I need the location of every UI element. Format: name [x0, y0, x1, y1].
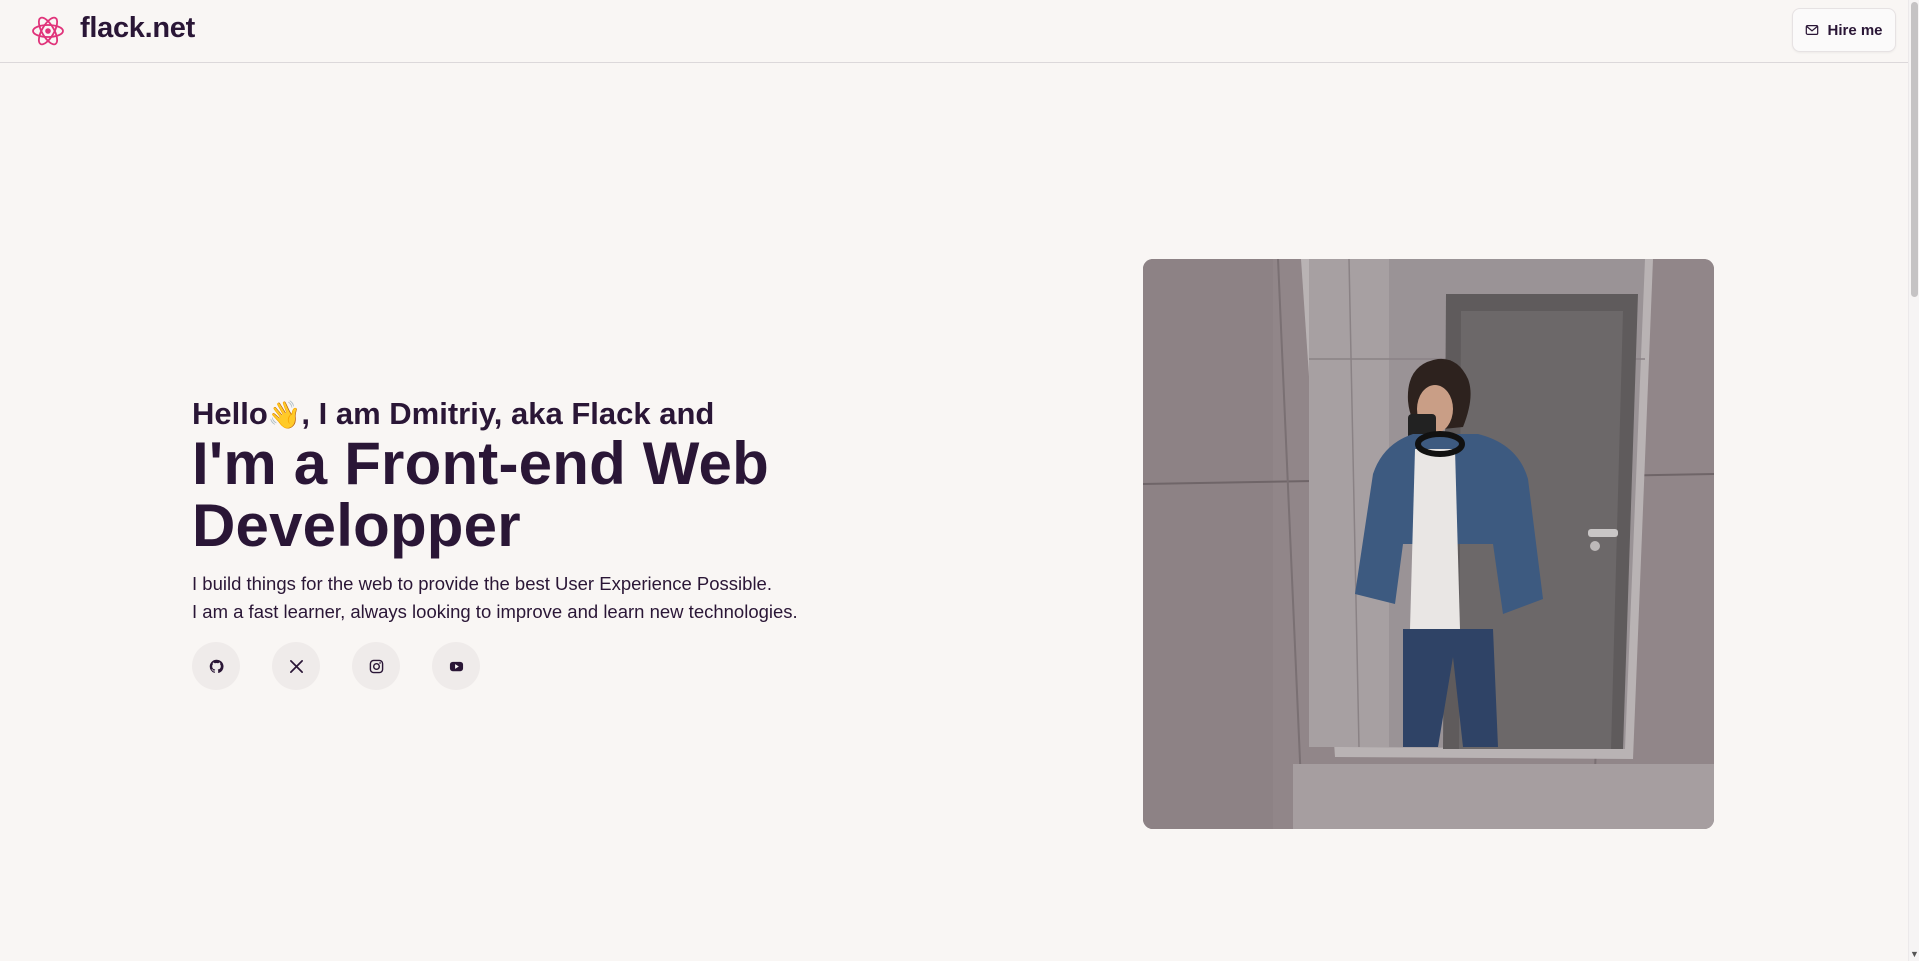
hero-description: I build things for the web to provide th…: [192, 570, 798, 626]
site-name[interactable]: flack.net: [80, 12, 195, 45]
mail-icon: [1806, 25, 1819, 35]
youtube-icon: [449, 661, 463, 671]
react-atom-icon[interactable]: [30, 13, 66, 49]
waving-hand-icon: 👋: [267, 400, 302, 430]
github-icon: [209, 659, 224, 673]
hero-greeting: Hello👋, I am Dmitriy, aka Flack and: [192, 396, 714, 432]
instagram-link[interactable]: [352, 642, 400, 690]
greeting-hello: Hello: [192, 396, 268, 431]
scroll-down-arrow-icon[interactable]: ▼: [1910, 950, 1919, 959]
profile-photo-illustration: [1143, 259, 1714, 829]
greeting-rest: , I am Dmitriy, aka Flack and: [301, 396, 715, 431]
hire-me-button[interactable]: Hire me: [1792, 8, 1896, 52]
hire-me-label: Hire me: [1827, 21, 1883, 39]
x-icon: [289, 659, 303, 673]
instagram-icon: [369, 659, 383, 673]
description-line-1: I build things for the web to provide th…: [192, 573, 772, 594]
github-link[interactable]: [192, 642, 240, 690]
hero-headline: I'm a Front-end Web Developper: [192, 430, 769, 559]
mirror-selfie-photo: [1143, 259, 1714, 829]
social-links: [192, 642, 480, 690]
page-scrollbar[interactable]: ▼: [1908, 0, 1919, 961]
description-line-2: I am a fast learner, always looking to i…: [192, 601, 798, 622]
site-header: flack.net Hire me: [0, 0, 1908, 63]
x-link[interactable]: [272, 642, 320, 690]
scrollbar-thumb[interactable]: [1911, 2, 1918, 297]
youtube-link[interactable]: [432, 642, 480, 690]
